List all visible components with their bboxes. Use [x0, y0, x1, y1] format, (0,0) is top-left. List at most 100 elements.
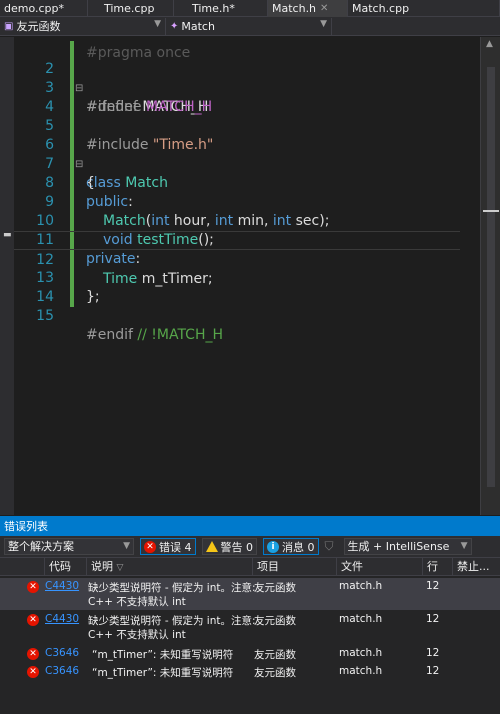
token: hour,	[169, 213, 215, 229]
error-description-cont: C++ 不支持默认 int	[88, 596, 186, 608]
tab-demo-cpp[interactable]: demo.cpp*	[0, 0, 88, 17]
error-file: match.h	[339, 580, 383, 592]
caret-marker	[483, 210, 499, 212]
column-header-description[interactable]: 说明 ▽	[86, 558, 252, 576]
build-source-dropdown[interactable]: 生成 + IntelliSense ▼	[343, 538, 472, 555]
code-line: 10 void testTime();	[14, 193, 214, 248]
error-description: “m_tTimer”: 未知重写说明符	[92, 667, 234, 679]
error-line: 12	[426, 665, 440, 677]
member-label: Match	[181, 19, 215, 33]
code-text: #pragma once	[86, 45, 191, 61]
code-area[interactable]: #pragma once 2 ⊟ #ifndef MATCH_H 3 #defi…	[14, 37, 480, 515]
tab-label: Match.h	[272, 2, 317, 15]
error-code-link[interactable]: C3646	[45, 647, 79, 659]
code-line: 4	[14, 79, 54, 115]
token: Time	[103, 271, 138, 287]
error-list-header: 代码 说明 ▽ 项目 文件 行 禁止...	[0, 558, 500, 576]
errors-filter-button[interactable]: ✕ 错误 4	[140, 538, 196, 555]
error-description: “m_tTimer”: 未知重写说明符	[92, 649, 234, 661]
column-header-line[interactable]: 行	[422, 558, 452, 576]
error-list-panel: 错误列表 整个解决方案 ▼ ✕ 错误 4 警告 0 i 消息 0 ⛉ 生成 + …	[0, 516, 500, 714]
scope-dropdown[interactable]: 整个解决方案 ▼	[4, 538, 134, 555]
code-line: 5 #include "Time.h"	[14, 98, 213, 153]
warnings-count: 警告 0	[220, 540, 254, 554]
document-tab-bar: demo.cpp* Time.cpp Time.h* Match.h ✕ Matc…	[0, 0, 500, 17]
scope-label: 整个解决方案	[8, 540, 74, 553]
errors-count: 错误 4	[159, 540, 192, 554]
token: Match	[103, 213, 146, 229]
warnings-filter-button[interactable]: 警告 0	[201, 538, 257, 555]
error-code-link[interactable]: C4430	[45, 613, 79, 625]
chevron-up-icon[interactable]: ▲	[486, 39, 493, 49]
token: sec);	[291, 213, 330, 229]
chevron-down-icon: ▼	[460, 541, 468, 551]
token: min,	[233, 213, 273, 229]
tab-time-h[interactable]: Time.h*	[174, 0, 268, 17]
messages-count: 消息 0	[282, 540, 315, 554]
token: };	[86, 289, 100, 305]
messages-filter-button[interactable]: i 消息 0	[263, 538, 319, 555]
build-source-label: 生成 + IntelliSense	[347, 540, 450, 553]
error-row[interactable]: ✕ C3646 “m_tTimer”: 未知重写说明符 友元函数 match.h…	[0, 663, 500, 680]
tab-label: demo.cpp*	[4, 2, 65, 15]
code-line: 2 ⊟ #ifndef MATCH_H	[14, 41, 208, 115]
tab-time-cpp[interactable]: Time.cpp	[88, 0, 174, 17]
error-code-link[interactable]: C3646	[45, 665, 79, 677]
error-line: 12	[426, 580, 440, 592]
error-code-link[interactable]: C4430	[45, 580, 79, 592]
vertical-scrollbar[interactable]: ▲	[480, 37, 500, 515]
error-project: 友元函数	[254, 649, 296, 661]
error-description: 缺少类型说明符 - 假定为 int。注意:	[88, 615, 256, 627]
fold-icon[interactable]: ⊟	[75, 155, 84, 174]
column-label: 说明	[91, 560, 113, 573]
token: :	[128, 194, 133, 210]
token: // !MATCH_H	[137, 327, 224, 343]
tab-label: Time.cpp	[104, 2, 155, 15]
error-icon: ✕	[27, 581, 39, 593]
error-row[interactable]: ✕ C4430 缺少类型说明符 - 假定为 int。注意: C++ 不支持默认 …	[0, 611, 500, 643]
error-file: match.h	[339, 647, 383, 659]
member-dropdown[interactable]: ✦ Match ▼	[166, 17, 332, 35]
class-icon: ✦	[170, 20, 179, 32]
sort-icon: ▽	[116, 563, 124, 573]
chevron-down-icon: ▼	[123, 541, 130, 551]
current-line-highlight: 12 Time m_tTimer;	[14, 231, 460, 287]
fold-icon[interactable]: ⊟	[75, 79, 84, 98]
error-line: 12	[426, 647, 440, 659]
error-description-cont: C++ 不支持默认 int	[88, 629, 186, 641]
column-header-code[interactable]: 代码	[44, 558, 86, 576]
tab-match-h[interactable]: Match.h ✕	[268, 0, 348, 17]
info-icon: i	[267, 540, 279, 553]
error-row[interactable]: ✕ C4430 缺少类型说明符 - 假定为 int。注意: C++ 不支持默认 …	[0, 578, 500, 610]
code-line: 9 Match(int hour, int min, int sec);	[14, 174, 329, 229]
tab-match-cpp[interactable]: Match.cpp	[348, 0, 500, 17]
code-line: 7 {	[14, 136, 95, 191]
token: #endif	[86, 327, 133, 343]
indicator-margin: ▬	[0, 37, 14, 515]
code-line: 8 public:	[14, 155, 133, 210]
cursor-position-icon: ▬	[3, 230, 12, 240]
navigation-bar: ▣ 友元函数 ▼ ✦ Match ▼	[0, 17, 500, 36]
token: #define	[86, 99, 142, 115]
token: Match	[125, 175, 168, 191]
code-line: 15 #endif // !MATCH_H	[14, 288, 223, 343]
token: public	[86, 194, 129, 210]
code-editor[interactable]: ▬ #pragma once 2 ⊟ #ifndef MATCH_H 3 #de…	[0, 37, 500, 515]
column-header-suppress[interactable]: 禁止...	[452, 558, 500, 576]
column-header-project[interactable]: 项目	[252, 558, 336, 576]
error-list-toolbar: 整个解决方案 ▼ ✕ 错误 4 警告 0 i 消息 0 ⛉ 生成 + Intel…	[0, 536, 500, 558]
token: :	[135, 251, 141, 267]
error-icon: ✕	[27, 648, 39, 660]
error-icon: ✕	[144, 540, 156, 553]
code-line: 14	[14, 269, 54, 305]
column-header-file[interactable]: 文件	[336, 558, 422, 576]
error-row[interactable]: ✕ C3646 “m_tTimer”: 未知重写说明符 友元函数 match.h…	[0, 645, 500, 662]
token: m_tTimer;	[137, 271, 213, 287]
filter-icon[interactable]: ⛉	[325, 539, 334, 554]
chevron-down-icon: ▼	[154, 18, 161, 29]
warning-icon	[205, 541, 218, 552]
error-line: 12	[426, 613, 440, 625]
close-icon[interactable]: ✕	[320, 3, 328, 14]
scrollbar-thumb[interactable]	[487, 67, 495, 487]
error-project: 友元函数	[254, 667, 296, 679]
